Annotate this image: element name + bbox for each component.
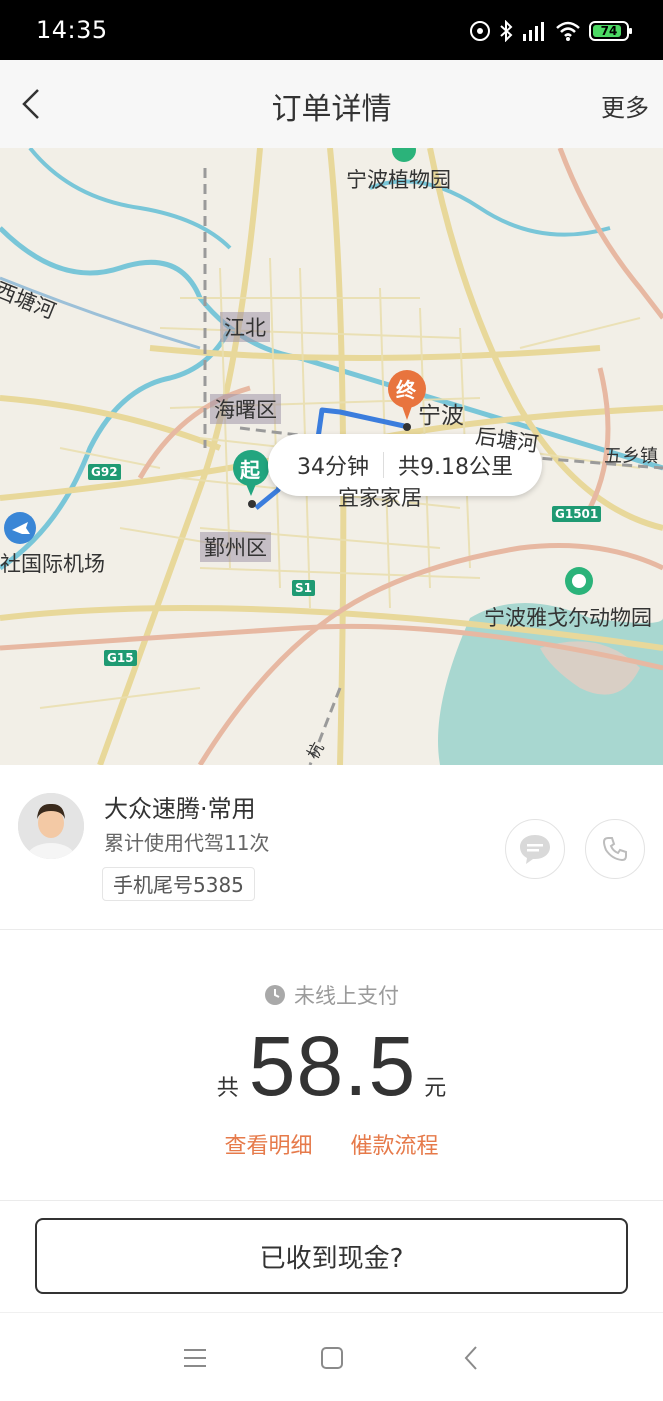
nav-home-button[interactable] xyxy=(317,1343,347,1373)
phone-tail-tag: 手机尾号5385 xyxy=(102,867,255,901)
bubble-divider xyxy=(383,452,384,478)
header: 订单详情 更多 xyxy=(0,60,663,148)
chat-bubble-icon xyxy=(520,835,550,864)
cash-received-button[interactable]: 已收到现金? xyxy=(35,1218,628,1294)
route-distance: 共9.18公里 xyxy=(398,455,513,480)
driver-usage-count: 累计使用代驾11次 xyxy=(104,831,270,855)
hotspot-icon xyxy=(470,21,490,41)
route-map[interactable]: 起 终 34分钟 共9.18公里 宁波植物园 西塘河 江北 海曙区 宁波 后塘河… xyxy=(0,148,663,765)
fare-unit: 元 xyxy=(424,1076,447,1101)
status-icons: 74 xyxy=(469,18,632,44)
view-details-link[interactable]: 查看明细 xyxy=(224,1128,312,1160)
status-bar: 14:35 74 xyxy=(0,0,663,60)
status-time: 14:35 xyxy=(36,16,108,44)
map-label-yinzhou: 鄞州区 xyxy=(200,532,271,562)
map-label-botanical-garden: 宁波植物园 xyxy=(346,168,451,192)
wifi-icon xyxy=(556,21,580,41)
page-title: 订单详情 xyxy=(271,92,392,127)
menu-icon xyxy=(184,1349,206,1367)
road-badge-g92: G92 xyxy=(88,464,121,480)
road-badge-g15: G15 xyxy=(104,650,137,666)
battery-level: 74 xyxy=(600,24,618,38)
route-duration: 34分钟 xyxy=(297,455,369,480)
collection-process-link[interactable]: 催款流程 xyxy=(351,1128,439,1160)
fare-amount: 58.5 xyxy=(248,1019,417,1113)
payment-links: 查看明细 催款流程 xyxy=(0,1128,663,1160)
signal-icon xyxy=(523,22,544,41)
map-label-ikea: 宜家家居 xyxy=(338,486,422,510)
payment-section: 未线上支付 共 58.5 元 查看明细 催款流程 xyxy=(0,930,663,1200)
road-badge-g1501: G1501 xyxy=(552,506,602,522)
map-label-haishu: 海曙区 xyxy=(210,394,281,424)
system-nav-bar xyxy=(0,1312,663,1401)
map-label-airport: 社国际机场 xyxy=(0,552,105,576)
battery-icon: 74 xyxy=(589,21,632,41)
payment-status-text: 未线上支付 xyxy=(294,984,399,1008)
road-badge-s1: S1 xyxy=(292,580,315,596)
avatar xyxy=(18,793,84,859)
start-marker-label: 起 xyxy=(240,458,260,482)
phone-icon xyxy=(602,837,627,862)
call-button[interactable] xyxy=(585,819,645,879)
nav-back-button[interactable] xyxy=(456,1343,486,1373)
bluetooth-icon xyxy=(500,20,513,42)
map-label-jiangbei: 江北 xyxy=(220,312,270,342)
end-marker-label: 终 xyxy=(396,378,416,402)
map-label-zoo: 宁波雅戈尔动物园 xyxy=(484,606,652,630)
nav-menu-button[interactable] xyxy=(180,1343,210,1373)
payment-status: 未线上支付 xyxy=(0,980,663,1010)
section-divider xyxy=(0,1200,663,1201)
more-button[interactable]: 更多 xyxy=(601,88,649,123)
fare-amount-row: 共 58.5 元 xyxy=(0,1018,663,1115)
clock-icon xyxy=(265,985,285,1005)
driver-name: 大众速腾·常用 xyxy=(104,795,256,823)
chevron-left-icon xyxy=(464,1346,477,1370)
person-avatar-icon xyxy=(18,793,84,859)
driver-card: 大众速腾·常用 累计使用代驾11次 手机尾号5385 xyxy=(0,765,663,929)
square-icon xyxy=(321,1347,343,1369)
map-label-wuxiang: 五乡镇 xyxy=(604,446,658,467)
fare-prefix: 共 xyxy=(216,1076,239,1101)
message-button[interactable] xyxy=(505,819,565,879)
map-label-ningbo: 宁波 xyxy=(418,403,464,429)
